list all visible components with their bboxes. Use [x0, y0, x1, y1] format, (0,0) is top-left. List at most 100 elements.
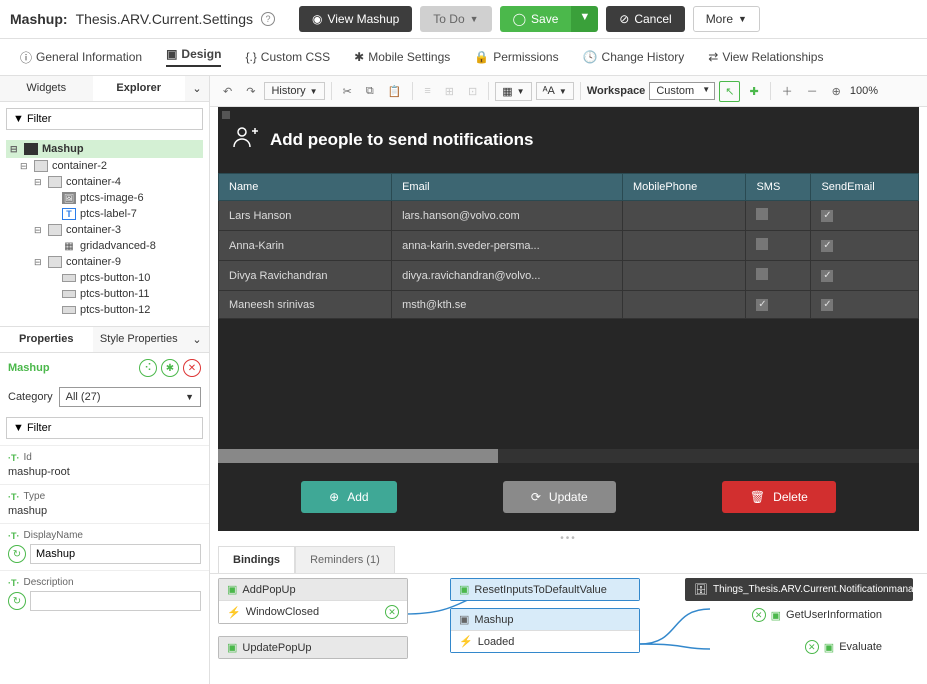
tree-node-container-2[interactable]: ⊟ container-2	[6, 158, 203, 174]
undo-icon[interactable]: ↶	[218, 82, 237, 101]
remove-binding-icon[interactable]: ✕	[805, 640, 819, 654]
binding-node-reset[interactable]: ▣ResetInputsToDefaultValue	[450, 578, 640, 601]
tree-node-ptcs-label-7[interactable]: T ptcs-label-7	[6, 206, 203, 222]
binding-node-mashup[interactable]: ▣Mashup ⚡Loaded	[450, 608, 640, 653]
tab-expand-icon[interactable]: ⌄	[185, 76, 209, 101]
tab-properties[interactable]: Properties	[0, 327, 93, 352]
column-header[interactable]: Email	[392, 174, 623, 201]
zoom-in-icon[interactable]: ＋	[777, 80, 798, 102]
todo-button[interactable]: To Do ▼	[420, 6, 491, 32]
binding-node-updatepopup[interactable]: ▣UpdatePopUp	[218, 636, 408, 659]
save-dropdown-button[interactable]: ▼	[571, 6, 598, 32]
gear-icon[interactable]: ✱	[161, 359, 179, 377]
property-value: mashup	[8, 505, 201, 517]
resize-icon[interactable]: ⊡	[463, 82, 482, 101]
more-button[interactable]: More ▼	[693, 6, 760, 32]
help-icon[interactable]: ?	[261, 12, 275, 26]
table-row[interactable]: Divya Ravichandrandivya.ravichandran@vol…	[219, 261, 919, 291]
paste-icon[interactable]: 📋	[383, 82, 407, 101]
sms-checkbox[interactable]	[756, 208, 768, 220]
cancel-button[interactable]: ⊘ Cancel	[606, 6, 684, 32]
explorer-filter-input[interactable]	[6, 108, 203, 130]
column-header[interactable]: SMS	[746, 174, 811, 201]
cursor-icon[interactable]: ↖	[719, 81, 740, 102]
tree-node-ptcs-button-11[interactable]: ptcs-button-11	[6, 286, 203, 302]
binding-node-datasource[interactable]: 🗄Things_Thesis.ARV.Current.Notificationm…	[685, 578, 913, 601]
tab-icon: {.}	[245, 50, 256, 64]
tab-mobile-settings[interactable]: ✱Mobile Settings	[354, 47, 450, 67]
cut-icon[interactable]: ✂	[338, 82, 357, 101]
tab-permissions[interactable]: 🔒Permissions	[474, 47, 558, 67]
tree-node-container-3[interactable]: ⊟ container-3	[6, 222, 203, 238]
database-icon: 🗄	[694, 583, 708, 596]
table-row[interactable]: Maneesh srinivasmsth@kth.se	[219, 291, 919, 319]
redo-icon[interactable]: ↷	[241, 82, 260, 101]
delete-icon[interactable]: ✕	[183, 359, 201, 377]
text-dropdown[interactable]: ᴬA ▼	[536, 82, 574, 100]
sendemail-checkbox[interactable]	[821, 270, 833, 282]
tree-node-ptcs-image-6[interactable]: 🖼 ptcs-image-6	[6, 190, 203, 206]
tab-design[interactable]: ▣Design	[166, 47, 221, 67]
tab-bindings[interactable]: Bindings	[218, 546, 295, 573]
tree-root[interactable]: ⊟ Mashup	[6, 140, 203, 158]
eye-icon: ◉	[312, 12, 322, 26]
update-button[interactable]: ⟳ Update	[503, 481, 616, 513]
sendemail-checkbox[interactable]	[821, 240, 833, 252]
binding-node-evaluate[interactable]: ✕▣Evaluate	[710, 636, 890, 658]
share-icon[interactable]: ⠪	[139, 359, 157, 377]
add-widget-icon[interactable]: ✚	[744, 82, 763, 101]
property-input[interactable]	[30, 544, 201, 564]
workspace-select[interactable]: Custom	[649, 82, 715, 100]
binding-node-addpopup[interactable]: ▣AddPopUp ⚡WindowClosed✕	[218, 578, 408, 624]
view-mashup-button[interactable]: ◉ View Mashup	[299, 6, 412, 32]
resize-handle-icon[interactable]	[222, 111, 230, 119]
binding-node-getuser[interactable]: ✕▣GetUserInformation	[710, 604, 890, 626]
property-input[interactable]	[30, 591, 201, 611]
column-header[interactable]: SendEmail	[811, 174, 919, 201]
tab-reminders[interactable]: Reminders (1)	[295, 546, 395, 573]
tree-node-container-4[interactable]: ⊟ container-4	[6, 174, 203, 190]
table-row[interactable]: Anna-Karinanna-karin.sveder-persma...	[219, 231, 919, 261]
tab-general-information[interactable]: ⓘGeneral Information	[20, 47, 142, 67]
tree-node-ptcs-button-10[interactable]: ptcs-button-10	[6, 270, 203, 286]
horizontal-scrollbar[interactable]	[218, 449, 919, 463]
remove-binding-icon[interactable]: ✕	[385, 605, 399, 619]
remove-binding-icon[interactable]: ✕	[752, 608, 766, 622]
align-icon[interactable]: ≡	[419, 82, 435, 100]
tab-widgets[interactable]: Widgets	[0, 76, 93, 101]
tree-node-ptcs-button-12[interactable]: ptcs-button-12	[6, 302, 203, 318]
delete-button[interactable]: 🗑 Delete	[722, 481, 836, 513]
reset-icon[interactable]: ↻	[8, 545, 26, 563]
tab-view-relationships[interactable]: ⇄View Relationships	[708, 47, 823, 67]
save-button[interactable]: ◯ Save	[500, 6, 572, 32]
mashup-canvas[interactable]: Add people to send notifications NameEma…	[218, 107, 919, 531]
sms-checkbox[interactable]	[756, 238, 768, 250]
sms-checkbox[interactable]	[756, 268, 768, 280]
column-header[interactable]: Name	[219, 174, 392, 201]
tree-node-gridadvanced-8[interactable]: ▦ gridadvanced-8	[6, 238, 203, 254]
layout-dropdown[interactable]: ▦ ▼	[495, 82, 531, 101]
tab-change-history[interactable]: 🕓Change History	[583, 47, 685, 67]
add-button[interactable]: ⊕ Add	[301, 481, 396, 513]
resize-handle-icon[interactable]: •••	[210, 531, 927, 546]
zoom-fit-icon[interactable]: ⊕	[827, 82, 846, 101]
table-row[interactable]: Lars Hansonlars.hanson@volvo.com	[219, 201, 919, 231]
zoom-out-icon[interactable]: －	[802, 80, 823, 102]
tab-expand-icon[interactable]: ⌄	[185, 327, 209, 352]
distribute-icon[interactable]: ⊞	[440, 82, 459, 101]
reset-icon[interactable]: ↻	[8, 592, 26, 610]
bindings-canvas[interactable]: ▣AddPopUp ⚡WindowClosed✕ ▣UpdatePopUp ▣R…	[210, 574, 927, 684]
column-header[interactable]: MobilePhone	[622, 174, 745, 201]
tab-custom-css[interactable]: {.}Custom CSS	[245, 47, 330, 67]
tree-node-container-9[interactable]: ⊟ container-9	[6, 254, 203, 270]
sendemail-checkbox[interactable]	[821, 210, 833, 222]
history-dropdown[interactable]: History ▼	[264, 82, 324, 100]
copy-icon[interactable]: ⧉	[361, 82, 379, 101]
tab-explorer[interactable]: Explorer	[93, 76, 186, 101]
property-filter-input[interactable]	[6, 417, 203, 439]
sms-checkbox[interactable]	[756, 299, 768, 311]
people-table[interactable]: NameEmailMobilePhoneSMSSendEmailLars Han…	[218, 173, 919, 319]
sendemail-checkbox[interactable]	[821, 299, 833, 311]
tab-style-properties[interactable]: Style Properties	[93, 327, 186, 352]
category-select[interactable]: All (27) ▼	[59, 387, 201, 407]
